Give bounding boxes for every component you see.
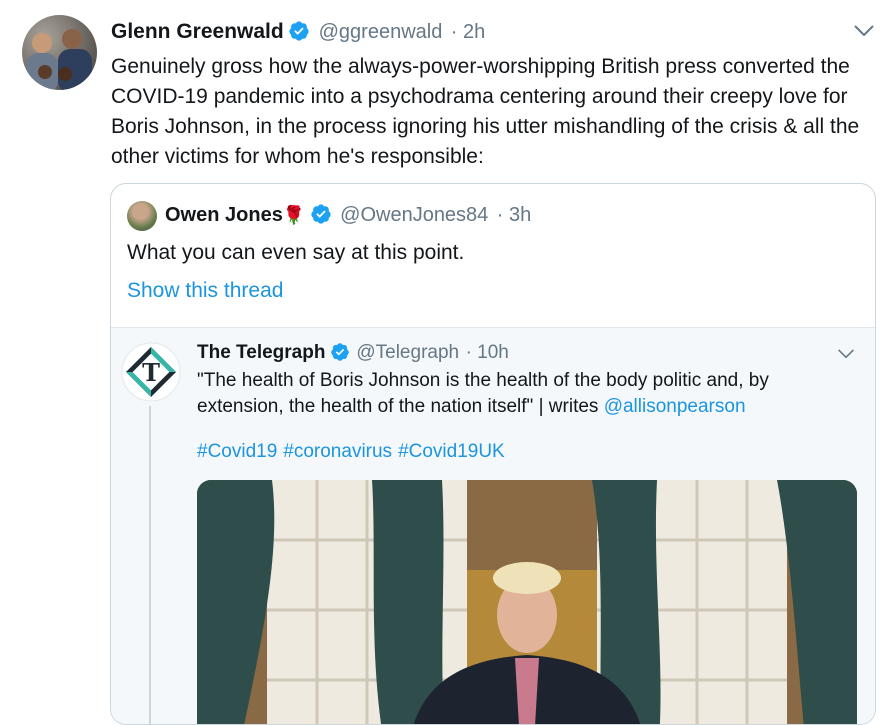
thread-line <box>149 406 151 724</box>
telegraph-logo-icon: T <box>121 342 181 402</box>
embedded-timestamp: · 10h <box>465 342 509 363</box>
svg-text:T: T <box>142 358 160 387</box>
rose-emoji-icon: 🌹 <box>282 205 306 225</box>
tweet-timestamp[interactable]: · 2h <box>451 21 485 43</box>
quoted-tweet-card[interactable]: Owen Jones🌹 @OwenJones84 · 3h What you c… <box>110 183 876 725</box>
quoted-tweet-header: Owen Jones🌹 @OwenJones84 · 3h <box>165 203 531 227</box>
author-handle[interactable]: @ggreenwald <box>319 21 443 43</box>
quoted-author-handle: @OwenJones84 <box>340 204 489 226</box>
embedded-author-name: The Telegraph <box>197 342 326 363</box>
embedded-tweet-header: The Telegraph @Telegraph · 10h <box>197 342 509 364</box>
hashtag: #Covid19 <box>197 441 278 462</box>
quoted-tweet-text: What you can even say at this point. <box>127 241 465 264</box>
quoted-timestamp: · 3h <box>496 204 532 226</box>
verified-badge-icon <box>289 21 309 41</box>
hashtag: #coronavirus <box>283 441 393 462</box>
hashtag-list: #Covid19 #coronavirus #Covid19UK <box>197 441 511 463</box>
mention-link: @allisonpearson <box>603 396 746 417</box>
quoted-author-avatar <box>127 201 157 231</box>
embedded-photo <box>197 480 857 724</box>
verified-badge-icon <box>311 204 331 224</box>
show-thread-link[interactable]: Show this thread <box>127 279 283 303</box>
verified-badge-icon <box>331 343 349 361</box>
tweet-text: Genuinely gross how the always-power-wor… <box>111 55 860 168</box>
author-name[interactable]: Glenn Greenwald <box>111 20 284 43</box>
author-avatar[interactable] <box>22 15 97 90</box>
embedded-tweet: T The Telegraph @Telegraph · 10h "The he… <box>111 327 875 724</box>
chevron-down-icon <box>838 349 854 359</box>
hashtag: #Covid19UK <box>398 441 505 462</box>
embedded-author-handle: @Telegraph <box>356 342 460 363</box>
embedded-tweet-text: "The health of Boris Johnson is the heal… <box>197 368 837 420</box>
tweet-header: Glenn Greenwald @ggreenwald · 2h <box>111 20 485 44</box>
quoted-author-name: Owen Jones <box>165 204 283 226</box>
chevron-down-icon[interactable] <box>853 24 875 38</box>
